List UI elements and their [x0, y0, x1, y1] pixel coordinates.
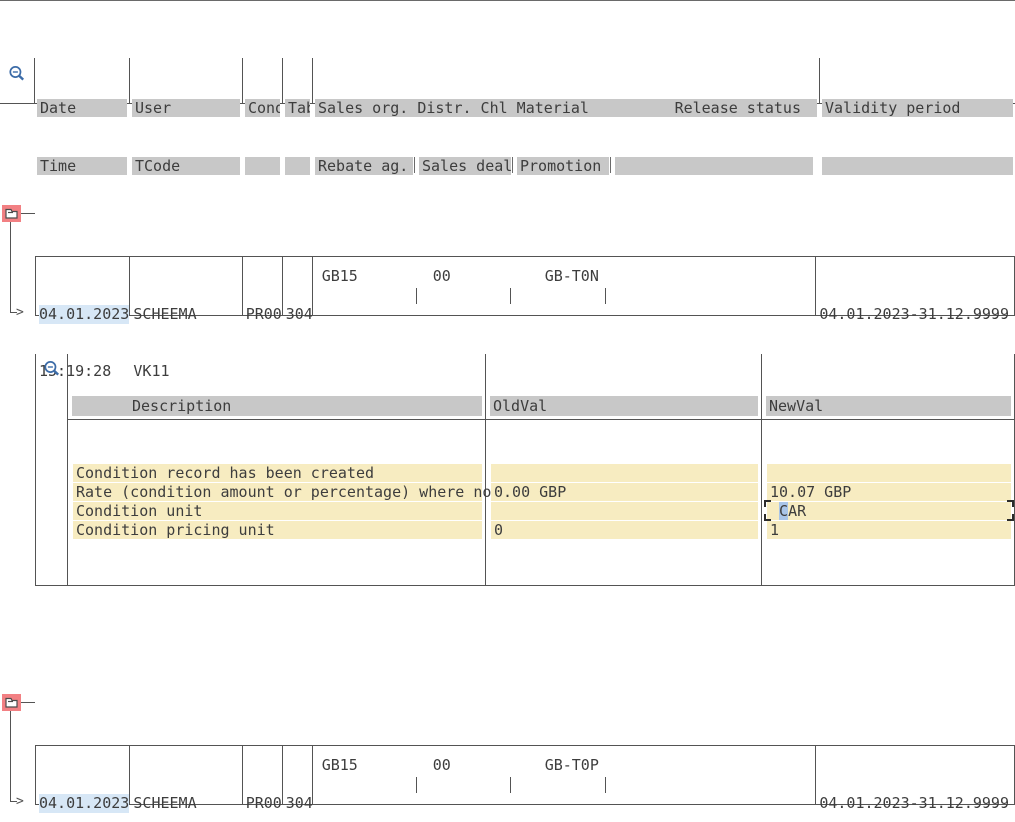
change-newval-cell[interactable]: 1 [767, 521, 1011, 539]
oldval-column: OldVal 0.00 GBP 0 [486, 354, 762, 585]
newval-column: NewVal 10.07 GBP CAR 1 [762, 354, 1014, 585]
column-label-empty: . [615, 157, 813, 175]
column-label: Sales deal [419, 157, 511, 175]
user-value: SCHEEMA [133, 794, 197, 812]
focus-corner [1007, 500, 1014, 507]
column-label: User [132, 99, 240, 117]
tree-arrow-icon: > [16, 305, 24, 320]
material-value: GB-T0N [544, 267, 599, 285]
condition-type-cell[interactable]: PR00 [243, 257, 283, 323]
change-description-cell[interactable]: Rate (condition amount or percentage) wh… [73, 483, 491, 501]
column-label: Time [37, 157, 127, 175]
change-oldval-cell[interactable] [491, 502, 758, 520]
column-label-empty: . [822, 157, 1013, 175]
column-label-empty: . [285, 157, 310, 175]
change-newval-cell[interactable]: CAR [764, 500, 1014, 521]
column-label: Promotion [517, 157, 609, 175]
condition-type-value: PR00 [245, 794, 282, 812]
record-row[interactable]: 04.01.2023 15:19:28 SCHEEMA VK11 PR00 30… [35, 745, 1015, 813]
change-description-cell[interactable]: Condition record has been created [73, 464, 482, 482]
description-header: Description [72, 396, 482, 416]
distr-chl-value: 00 [432, 267, 451, 285]
validity-period-cell[interactable]: 04.01.2023-31.12.9999 [816, 746, 1014, 812]
column-label-empty: . [245, 157, 280, 175]
org-material-cell[interactable]: GB15 00 GB-T0P [313, 746, 817, 804]
table-number-cell[interactable]: 304 [283, 257, 313, 323]
zoom-magnifier-icon[interactable] [43, 360, 61, 378]
user-value: SCHEEMA [133, 305, 197, 323]
condition-type-cell[interactable]: PR00 [243, 746, 283, 812]
change-record-block: > 04.01.2023 15:19:28 SCHEEMA VK11 PR00 … [0, 688, 1015, 822]
column-label: Validity period [822, 99, 1013, 117]
table-number-value: 304 [285, 794, 313, 812]
validity-period-value: 04.01.2023-31.12.9999 [819, 794, 1009, 812]
distr-chl-value: 00 [432, 756, 451, 774]
column-header-user-tcode: User TCode [130, 58, 243, 175]
validity-period-value: 04.01.2023-31.12.9999 [819, 305, 1009, 323]
column-header-date-time: Date Time [35, 58, 130, 175]
change-newval-cell[interactable] [767, 464, 1011, 482]
validity-period-cell[interactable]: 04.01.2023-31.12.9999 [816, 257, 1014, 323]
newval-header: NewVal [766, 396, 1011, 416]
user-tcode-cell[interactable]: SCHEEMA VK11 [130, 257, 243, 380]
material-value: GB-T0P [544, 756, 599, 774]
tree-arrow-icon: > [16, 794, 24, 809]
column-header-cond: Cond . [243, 58, 283, 175]
focus-corner [764, 514, 771, 521]
cell-cursor: C [779, 502, 789, 520]
column-header-org-material: Sales org. Distr. Chl Material Release st… [313, 58, 820, 175]
table-number-value: 304 [285, 305, 313, 323]
change-documents-list: Date Time User TCode Cond . Tab . Sales … [0, 0, 1015, 822]
date-value[interactable]: 04.01.2023 [39, 794, 130, 813]
newval-text: AR [788, 502, 807, 520]
description-column: Description Condition record has been cr… [68, 354, 491, 585]
column-header-validity: Validity period . [820, 58, 1015, 175]
column-label: Date [37, 99, 127, 117]
table-number-cell[interactable]: 304 [283, 746, 313, 812]
date-value[interactable]: 04.01.2023 [39, 305, 130, 324]
change-description-cell[interactable]: Condition pricing unit [73, 521, 482, 539]
oldval-header: OldVal [490, 396, 758, 416]
list-header: Date Time User TCode Cond . Tab . Sales … [0, 58, 1015, 175]
condition-type-value: PR00 [245, 305, 282, 323]
column-label: Tab [285, 99, 310, 117]
sales-org-value: GB15 [321, 756, 358, 774]
column-label: TCode [132, 157, 240, 175]
folder-icon[interactable] [2, 205, 21, 222]
details-gutter [36, 354, 68, 585]
change-oldval-cell[interactable] [491, 464, 758, 482]
column-header-tab: Tab . [283, 58, 313, 175]
focus-corner [1007, 514, 1014, 521]
tree-connector: > [0, 688, 35, 822]
sales-org-value: GB15 [321, 267, 358, 285]
org-material-cell[interactable]: GB15 00 GB-T0N [313, 257, 817, 315]
change-description-cell[interactable]: Condition unit [73, 502, 482, 520]
change-oldval-cell[interactable]: 0.00 GBP [491, 483, 758, 501]
record-row[interactable]: 04.01.2023 15:19:28 SCHEEMA VK11 PR00 30… [35, 256, 1015, 380]
change-newval-cell[interactable]: 10.07 GBP [767, 483, 1011, 501]
change-oldval-cell[interactable]: 0 [491, 521, 758, 539]
header-gutter [0, 58, 35, 103]
column-label: Cond [245, 99, 280, 117]
zoom-magnifier-icon[interactable] [8, 65, 26, 83]
column-label: Rebate ag. [315, 157, 413, 175]
folder-icon[interactable] [2, 694, 21, 711]
change-details-table: Description Condition record has been cr… [35, 354, 1015, 586]
user-tcode-cell[interactable]: SCHEEMA VK11 [130, 746, 243, 812]
column-label: Sales org. Distr. Chl Material Release st… [315, 99, 817, 117]
focus-corner [764, 500, 771, 507]
tree-connector: > [0, 199, 35, 624]
change-record-block: > 04.01.2023 15:19:28 SCHEEMA VK11 PR00 … [0, 199, 1015, 624]
